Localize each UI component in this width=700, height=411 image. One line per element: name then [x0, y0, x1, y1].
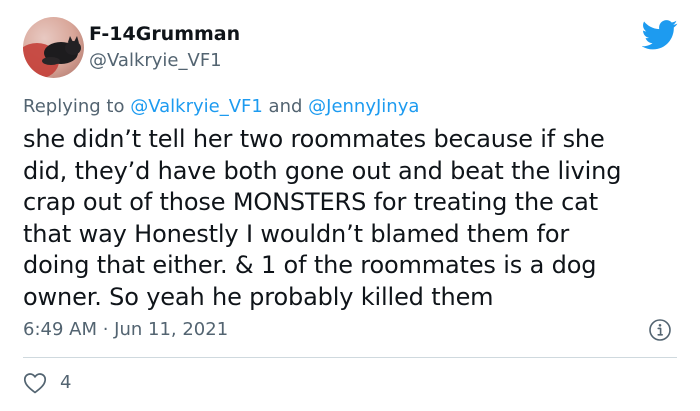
- tweet-text-line: that way Honestly I wouldn’t blamed them…: [23, 219, 570, 248]
- mention-link[interactable]: @JennyJinya: [308, 96, 419, 117]
- display-name[interactable]: F-14Grumman: [89, 22, 240, 46]
- tweet-text-line: crap out of those MONSTERS for treating …: [23, 188, 598, 217]
- info-icon[interactable]: [648, 318, 672, 342]
- user-handle[interactable]: @Valkryie_VF1: [89, 50, 222, 72]
- tweet-text: she didn’t tell her two roommates becaus…: [23, 124, 688, 314]
- replying-to-conjunction: and: [262, 96, 309, 117]
- divider: [23, 357, 677, 358]
- heart-icon: [23, 372, 47, 394]
- tweet-text-line: doing that either. & 1 of the roommates …: [23, 251, 597, 280]
- like-count: 4: [60, 372, 72, 393]
- twitter-bird-icon[interactable]: [641, 20, 678, 50]
- mention-link[interactable]: @Valkryie_VF1: [130, 96, 263, 117]
- tweet-text-line: owner. So yeah he probably killed them: [23, 282, 494, 311]
- tweet-card: F-14Grumman @Valkryie_VF1 Replying to @V…: [0, 0, 700, 411]
- timestamp[interactable]: 6:49 AM · Jun 11, 2021: [23, 318, 228, 342]
- tweet-text-line: did, they’d have both gone out and beat …: [23, 156, 622, 185]
- replying-to: Replying to @Valkryie_VF1 and @JennyJiny…: [23, 95, 419, 119]
- avatar[interactable]: [23, 17, 84, 78]
- like-button[interactable]: 4: [23, 370, 71, 396]
- tweet-text-line: she didn’t tell her two roommates becaus…: [23, 125, 605, 153]
- replying-to-label: Replying to: [23, 96, 131, 117]
